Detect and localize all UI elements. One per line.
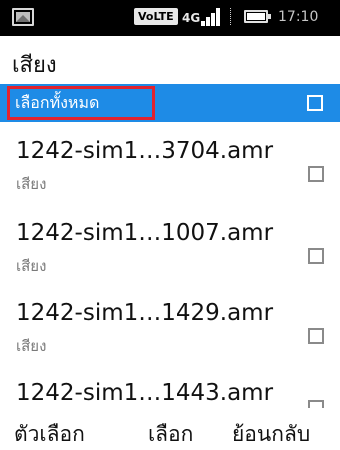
file-checkbox[interactable] [308,328,324,344]
list-item[interactable]: 1242-sim1…1443.amr [0,370,340,408]
signal-icon [201,8,225,26]
status-bar: VoLTE 4G 17:10 [0,0,340,36]
list-item[interactable]: 1242-sim1…3704.amr เสียง [0,128,340,208]
screen: VoLTE 4G 17:10 เสียง เลือกทั้งหมด 1242-s… [0,0,340,450]
select-all-label[interactable]: เลือกทั้งหมด [7,86,155,120]
options-softkey[interactable]: ตัวเลือก [14,418,85,450]
list-item[interactable]: 1242-sim1…1429.amr เสียง [0,290,340,370]
list-item[interactable]: 1242-sim1…1007.amr เสียง [0,210,340,290]
select-softkey[interactable]: เลือก [148,418,193,450]
gallery-icon [12,8,34,26]
page-title: เสียง [12,53,57,78]
file-name: 1242-sim1…1007.amr [16,220,274,246]
clock: 17:10 [278,9,319,25]
volte-badge: VoLTE [134,8,178,25]
file-name: 1242-sim1…1429.amr [16,300,274,326]
file-name: 1242-sim1…1443.amr [16,380,274,406]
battery-icon [244,10,271,23]
file-type: เสียง [16,257,47,275]
softkey-bar: ตัวเลือก เลือก ย้อนกลับ [0,408,340,450]
file-type: เสียง [16,175,47,193]
file-checkbox[interactable] [308,166,324,182]
file-type: เสียง [16,337,47,355]
file-checkbox[interactable] [308,248,324,264]
network-type: 4G [182,11,201,25]
file-checkbox[interactable] [308,400,324,408]
separator-icon [230,8,233,25]
file-name: 1242-sim1…3704.amr [16,138,274,164]
select-all-row[interactable]: เลือกทั้งหมด [0,84,340,122]
back-softkey[interactable]: ย้อนกลับ [232,418,310,450]
select-all-checkbox[interactable] [307,95,323,111]
